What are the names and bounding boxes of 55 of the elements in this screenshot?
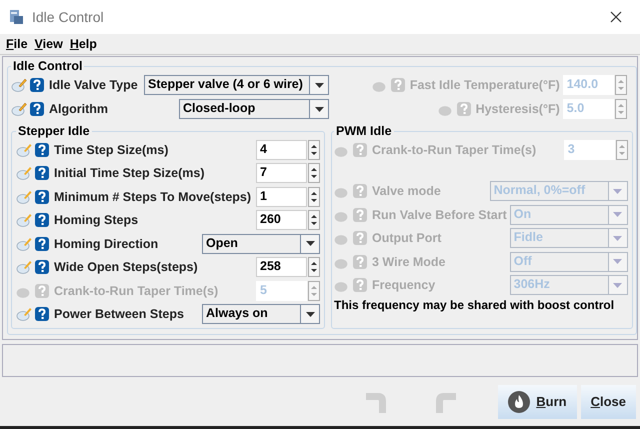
group-title: Stepper Idle	[17, 124, 91, 138]
close-button[interactable]: Close	[580, 384, 636, 418]
caret-icon	[613, 212, 622, 218]
field-label: Time Step Size(ms)	[54, 142, 168, 157]
help-icon[interactable]	[35, 307, 49, 322]
field-label: Homing Steps	[54, 213, 138, 228]
close-icon[interactable]	[610, 11, 622, 23]
field-label: Algorithm	[49, 102, 108, 116]
field-label: Crank-to-Run Taper Time(s)	[54, 284, 218, 298]
dropdown[interactable]: Always on	[202, 304, 320, 324]
field-label: Valve mode	[372, 184, 441, 198]
caret-icon	[613, 188, 622, 194]
field-label: Homing Direction	[54, 236, 158, 251]
field-label: Wide Open Steps(steps)	[54, 260, 198, 274]
caret-icon	[613, 282, 622, 288]
flame-icon	[508, 390, 530, 412]
field-label: Initial Time Step Size(ms)	[54, 166, 205, 180]
help-icon[interactable]	[30, 78, 44, 92]
field-label: 3 Wire Mode	[372, 254, 446, 269]
menu-item[interactable]: View	[34, 37, 63, 51]
note-pencil-icon[interactable]	[11, 77, 27, 93]
field-label: Frequency	[372, 278, 436, 292]
field-label: Minimum # Steps To Move(steps)	[54, 190, 252, 204]
menu-item[interactable]: Help	[70, 37, 97, 51]
window-title: Idle Control	[32, 9, 105, 25]
caret-icon	[314, 106, 324, 112]
caret-icon	[613, 259, 622, 264]
burn-button[interactable]: Burn	[498, 384, 577, 418]
field-label: Power Between Steps	[54, 307, 184, 322]
dropdown[interactable]: Stepper valve (4 or 6 wire)	[144, 75, 329, 95]
app-icon	[8, 9, 24, 25]
menu-item[interactable]: File	[6, 37, 28, 51]
help-icon[interactable]	[35, 166, 49, 180]
group-title: PWM Idle	[335, 124, 393, 138]
field-label: Output Port	[372, 231, 442, 246]
field-label: Idle Valve Type	[49, 78, 138, 92]
caret-icon	[306, 241, 314, 246]
dropdown[interactable]: Closed-loop	[179, 99, 329, 119]
note-text: This frequency may be shared with boost control	[334, 298, 616, 312]
help-icon[interactable]	[35, 190, 49, 204]
field-label: Fast Idle Temperature(°F)	[410, 78, 560, 92]
help-icon[interactable]	[30, 102, 44, 116]
help-icon[interactable]	[35, 236, 49, 251]
caret-icon	[613, 236, 622, 241]
dropdown[interactable]: Open	[202, 234, 320, 254]
help-icon[interactable]	[35, 142, 49, 157]
field-label: Run Valve Before Start	[372, 208, 507, 222]
caret-icon	[314, 82, 324, 88]
field-label: Hysteresis(°F)	[476, 102, 560, 116]
note-pencil-icon[interactable]	[11, 101, 27, 117]
group-title: Idle Control	[12, 59, 84, 73]
help-icon[interactable]	[35, 260, 49, 274]
caret-icon	[306, 312, 314, 317]
help-icon[interactable]	[35, 213, 49, 228]
field-label: Crank-to-Run Taper Time(s)	[372, 142, 536, 157]
